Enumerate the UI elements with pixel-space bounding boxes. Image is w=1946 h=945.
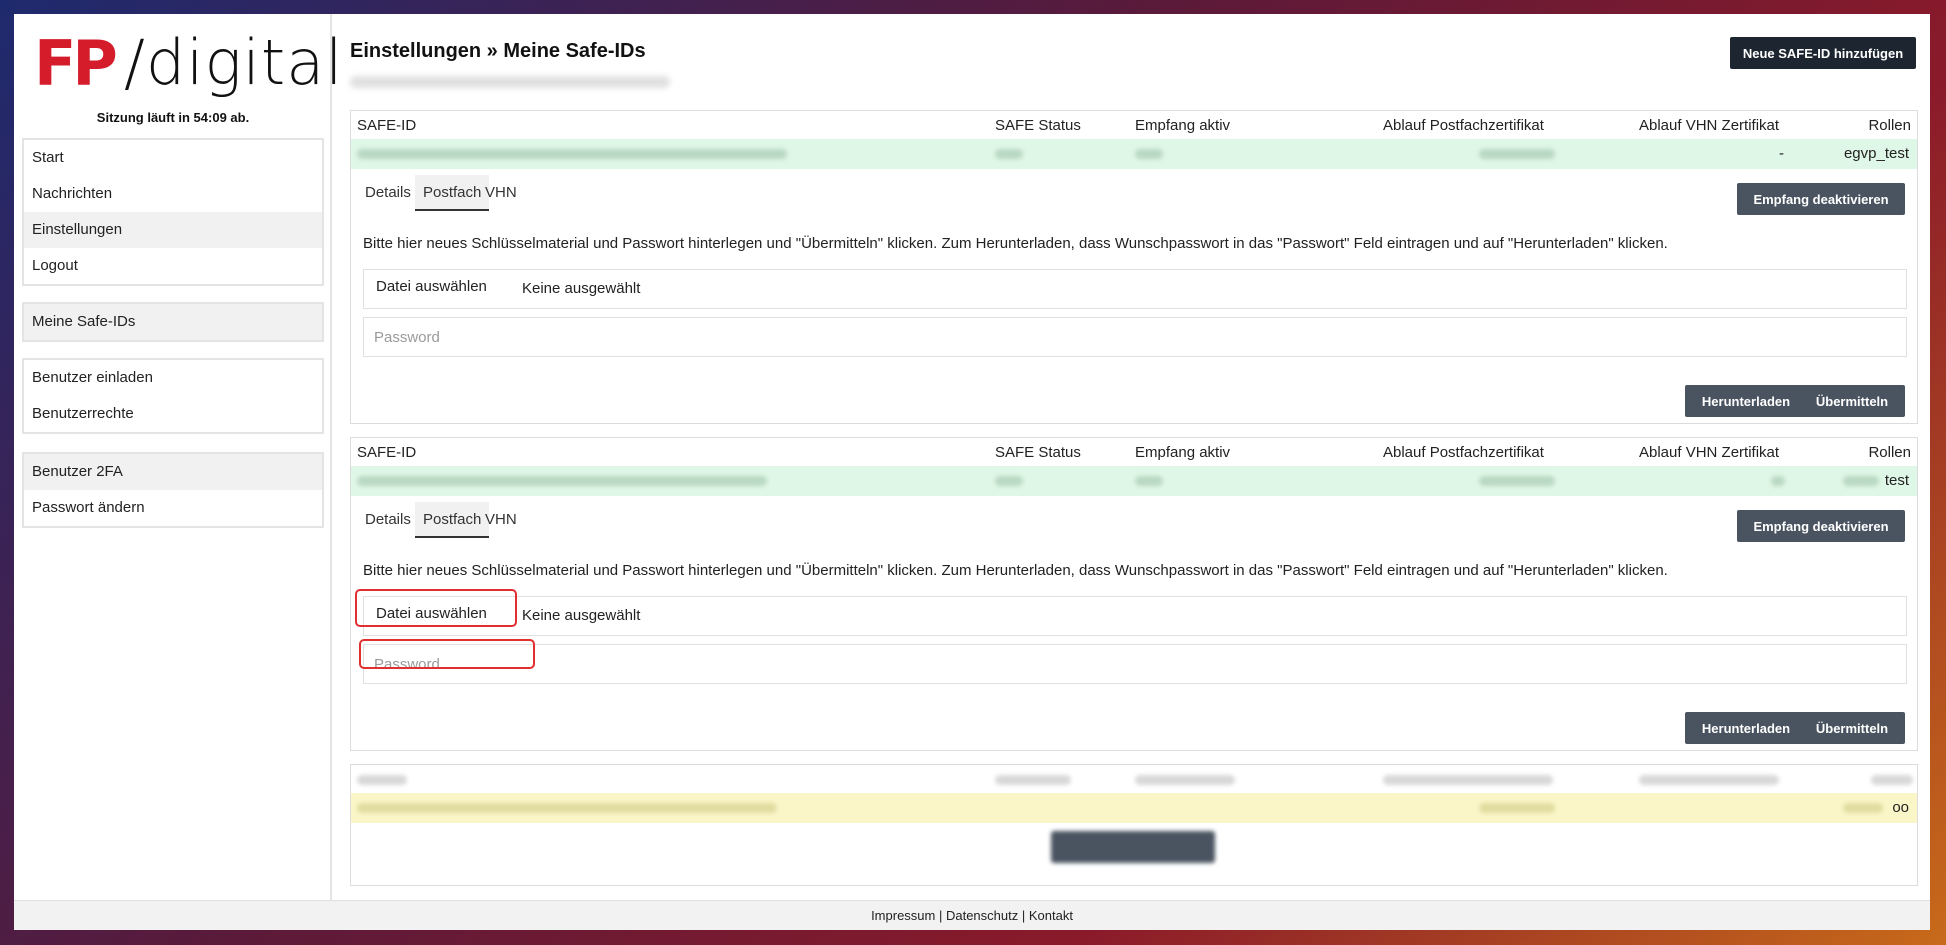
footer-link-impressum[interactable]: Impressum [871,908,935,923]
page-title: Einstellungen » Meine Safe-IDs [350,40,646,62]
header-safe-status: SAFE Status [995,117,1081,134]
sidebar-group-main: Start Nachrichten Einstellungen Logout [22,138,324,286]
sidebar-group-security: Benutzer 2FA Passwort ändern [22,452,324,528]
roles-value: test [1884,472,1909,489]
download-button[interactable]: Herunterladen [1685,712,1807,744]
tab-vhn[interactable]: VHN [477,175,525,211]
download-button[interactable]: Herunterladen [1685,385,1807,417]
sidebar-item-benutzer-2fa[interactable]: Benutzer 2FA [24,454,322,490]
submit-button[interactable]: Übermitteln [1799,712,1905,744]
blurred-status [995,476,1023,486]
header-ablauf-postfach: Ablauf Postfachzertifikat [1383,444,1544,461]
sidebar-item-benutzer-einladen[interactable]: Benutzer einladen [24,360,322,396]
password-field [363,317,1907,357]
submit-button[interactable]: Übermitteln [1799,385,1905,417]
blurred-role-prefix [1843,803,1883,813]
blurred-role-prefix [1843,476,1879,486]
footer: Impressum | Datenschutz | Kontakt [14,900,1930,930]
vhn-expiry: - [1779,145,1784,162]
sidebar: FP /digital Sitzung läuft in 54:09 ab. S… [14,14,342,900]
header-ablauf-vhn: Ablauf VHN Zertifikat [1639,117,1780,134]
blurred-action-button[interactable] [1051,831,1215,863]
sidebar-item-start[interactable]: Start [24,140,322,176]
highlight-password [359,639,535,669]
header-rollen: Rollen [1868,444,1911,461]
sidebar-item-meine-safe-ids[interactable]: Meine Safe-IDs [24,304,322,340]
main-content: Einstellungen » Meine Safe-IDs Neue SAFE… [334,14,1930,900]
blurred-ablauf [1479,803,1555,813]
sidebar-group-safeids: Meine Safe-IDs [22,302,324,342]
header-ablauf-postfach: Ablauf Postfachzertifikat [1383,117,1544,134]
blurred-subtitle [350,76,670,88]
blur-3 [1135,775,1235,785]
footer-separator: | [1018,908,1029,923]
header-safe-status: SAFE Status [995,444,1081,461]
table-row[interactable]: - egvp_test [351,139,1917,169]
table-row[interactable]: oo [351,793,1917,823]
choose-file-button[interactable]: Datei auswählen [376,278,487,295]
safe-id-entry-2: SAFE-ID SAFE Status Empfang aktiv Ablauf… [350,437,1918,751]
blurred-ablauf [1479,476,1555,486]
blurred-ablauf [1479,149,1555,159]
logo-fp: FP [34,27,118,100]
logo-text: /digital [124,26,344,99]
add-safe-id-button[interactable]: Neue SAFE-ID hinzufügen [1730,37,1916,69]
blur-4 [1383,775,1553,785]
table-header: SAFE-ID SAFE Status Empfang aktiv Ablauf… [351,438,1917,466]
blur-2 [995,775,1071,785]
sidebar-item-benutzerrechte[interactable]: Benutzerrechte [24,396,322,432]
instruction-text: Bitte hier neues Schlüsselmaterial und P… [363,235,1668,252]
blurred-safe-id [357,803,777,813]
header-ablauf-vhn: Ablauf VHN Zertifikat [1639,444,1780,461]
blur-5 [1639,775,1779,785]
blurred-empfang [1135,476,1163,486]
tab-vhn[interactable]: VHN [477,502,525,538]
safe-id-entry-1: SAFE-ID SAFE Status Empfang aktiv Ablauf… [350,110,1918,424]
file-status: Keine ausgewählt [522,280,641,297]
file-status: Keine ausgewählt [522,607,641,624]
roles-value: egvp_test [1843,145,1909,162]
blur-1 [357,775,407,785]
header-safe-id: SAFE-ID [357,117,417,134]
blurred-safe-id [357,476,767,486]
password-input[interactable] [374,326,774,348]
tab-details[interactable]: Details [357,502,419,538]
file-input: Datei auswählen Keine ausgewählt [363,596,1907,636]
highlight-file-button [355,589,517,627]
tab-details[interactable]: Details [357,175,419,211]
footer-link-datenschutz[interactable]: Datenschutz [946,908,1018,923]
app-window: FP /digital Sitzung läuft in 54:09 ab. S… [14,14,1930,930]
roles-value: oo [1892,799,1909,816]
blurred-status [995,149,1023,159]
sidebar-group-users: Benutzer einladen Benutzerrechte [22,358,324,434]
blurred-empfang [1135,149,1163,159]
password-field [363,644,1907,684]
file-input: Datei auswählen Keine ausgewählt [363,269,1907,309]
deactivate-reception-button[interactable]: Empfang deaktivieren [1737,510,1905,542]
table-header-blurred [351,765,1917,793]
blur-6 [1871,775,1913,785]
session-timer: Sitzung läuft in 54:09 ab. [96,110,250,125]
sidebar-item-nachrichten[interactable]: Nachrichten [24,176,322,212]
blurred-safe-id [357,149,787,159]
table-header: SAFE-ID SAFE Status Empfang aktiv Ablauf… [351,111,1917,139]
sidebar-item-logout[interactable]: Logout [24,248,322,284]
instruction-text: Bitte hier neues Schlüsselmaterial und P… [363,562,1668,579]
table-row[interactable]: test [351,466,1917,496]
header-empfang-aktiv: Empfang aktiv [1135,444,1231,461]
header-empfang-aktiv: Empfang aktiv [1135,117,1231,134]
footer-link-kontakt[interactable]: Kontakt [1029,908,1073,923]
blurred-vhn [1771,476,1785,486]
deactivate-reception-button[interactable]: Empfang deaktivieren [1737,183,1905,215]
header-rollen: Rollen [1868,117,1911,134]
header-safe-id: SAFE-ID [357,444,417,461]
safe-id-entry-3: oo [350,764,1918,886]
sidebar-item-einstellungen[interactable]: Einstellungen [24,212,322,248]
sidebar-item-passwort-aendern[interactable]: Passwort ändern [24,490,322,526]
fp-digital-logo[interactable]: FP /digital [34,27,342,108]
footer-separator: | [935,908,946,923]
